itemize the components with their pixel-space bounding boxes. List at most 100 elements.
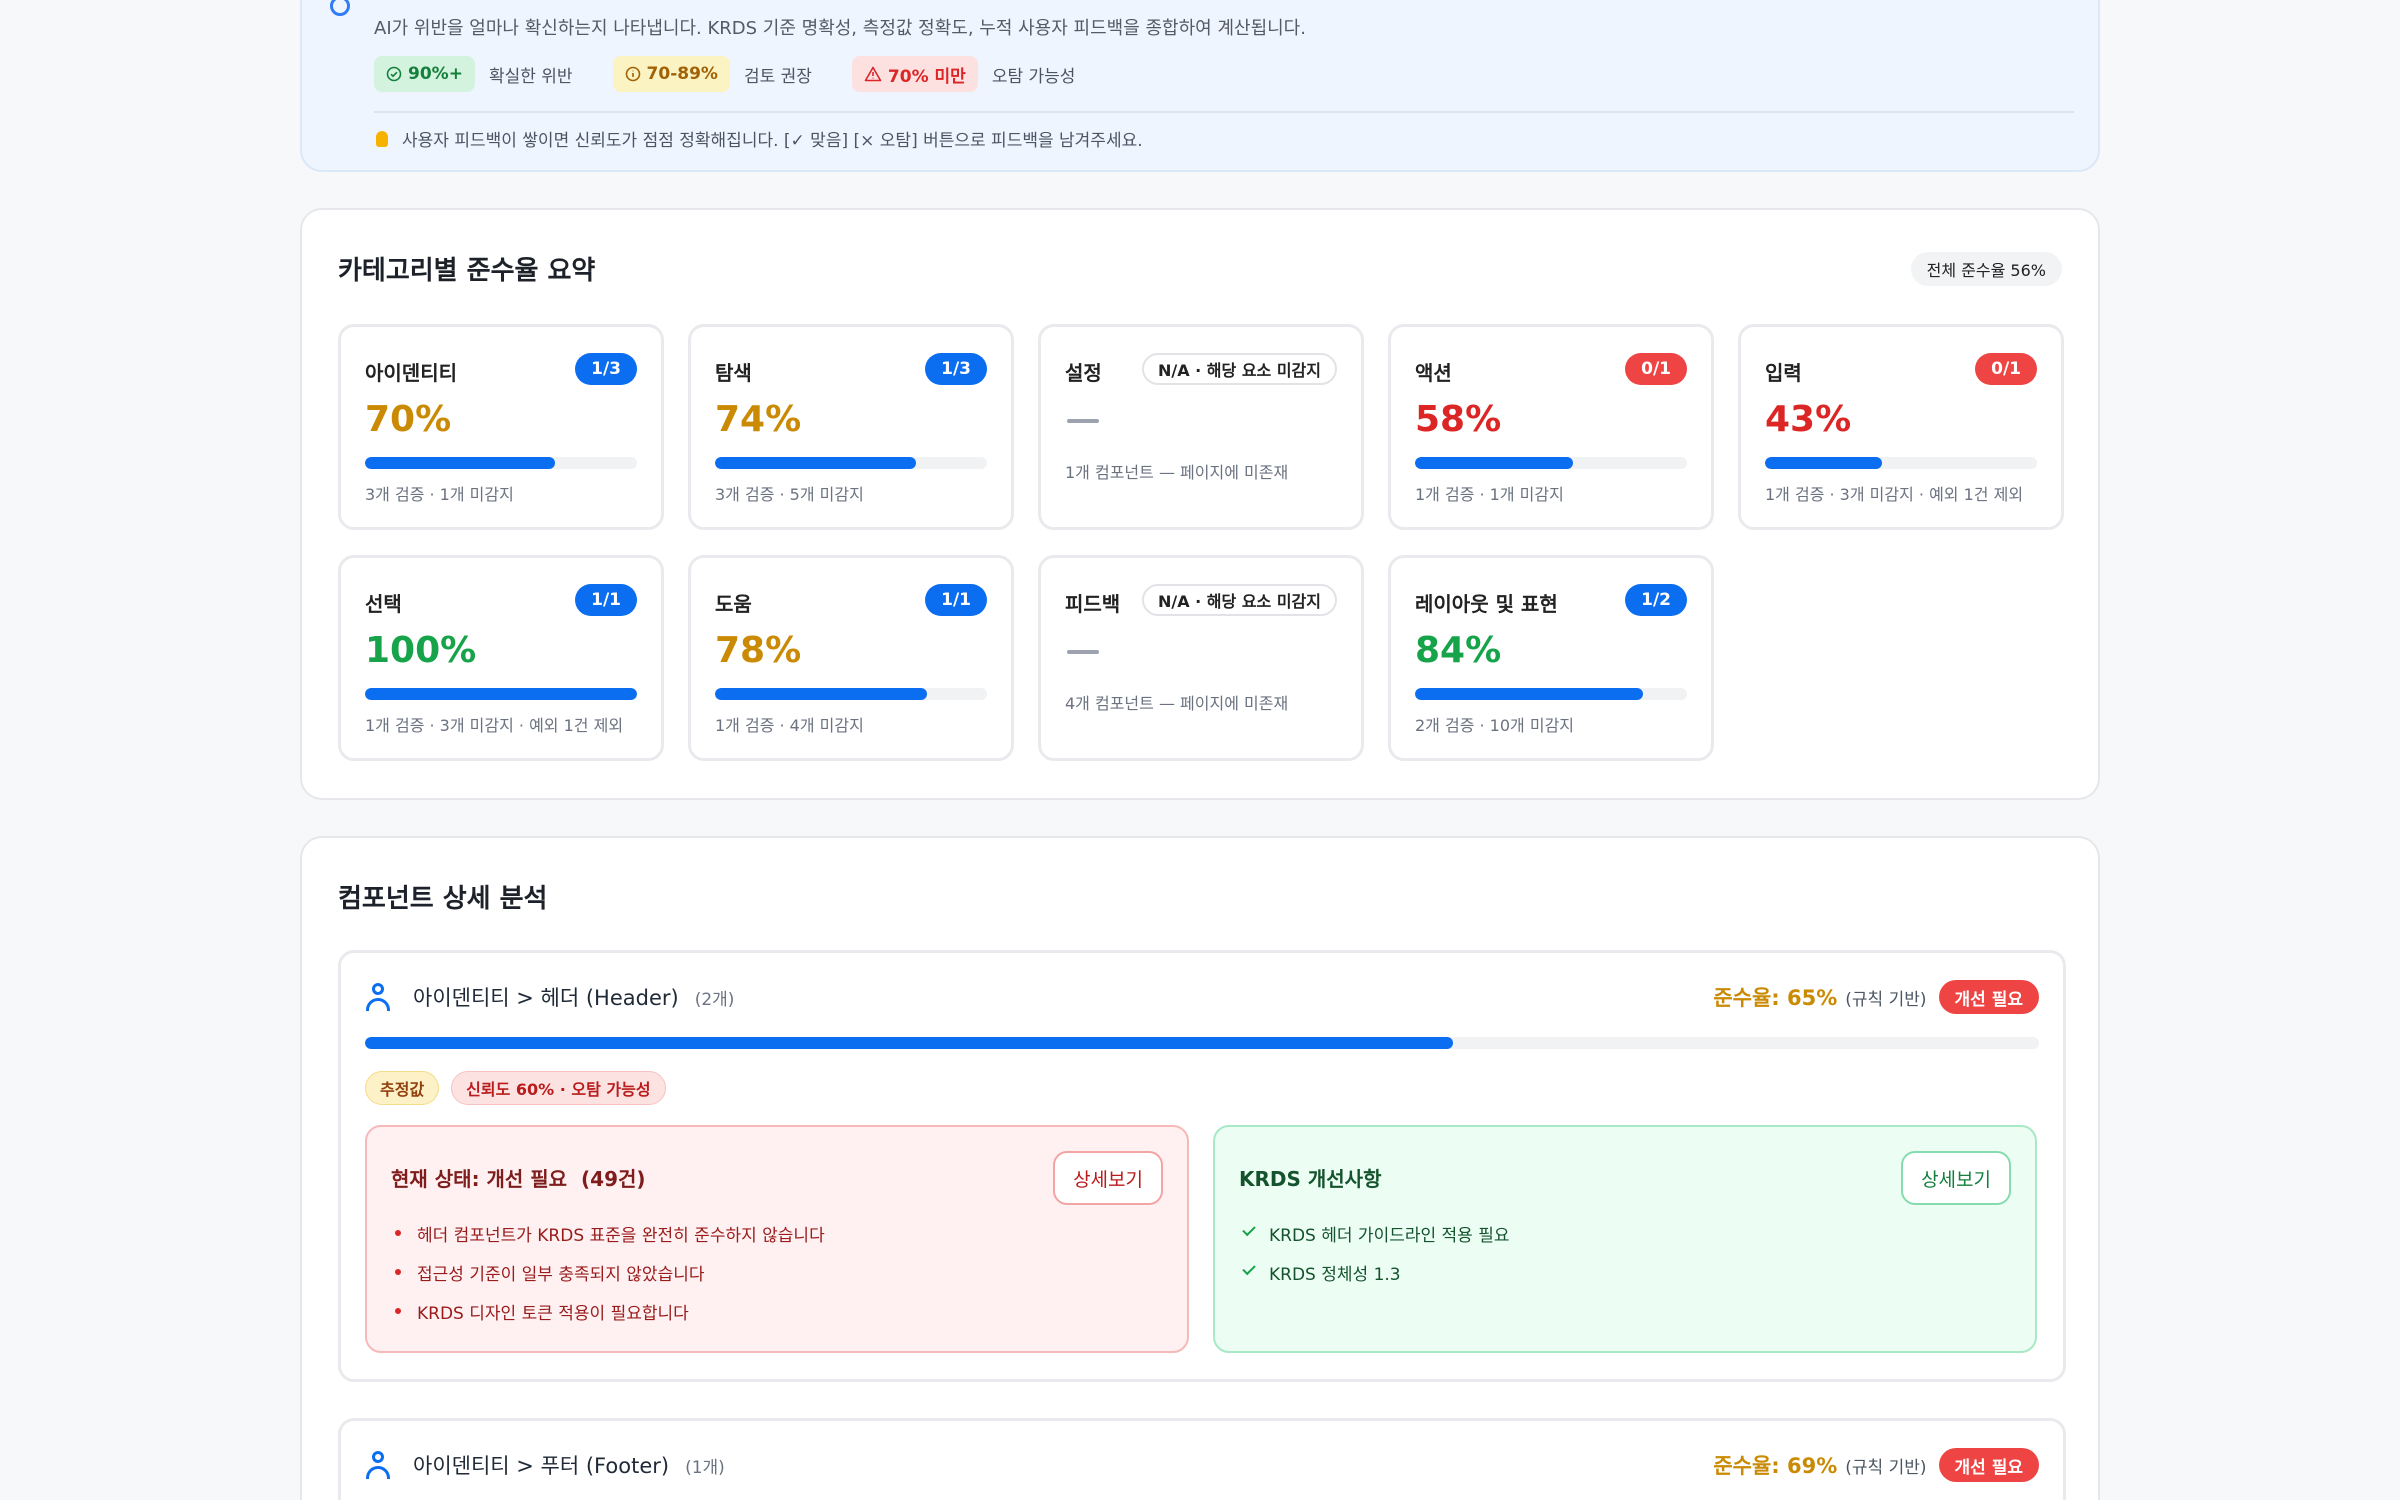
category-badge: 0/1 [1625, 353, 1687, 385]
check-icon [1242, 1222, 1256, 1237]
category-progress-bar [715, 457, 987, 469]
component-path: 아이덴티티 > 헤더 (Header) [413, 986, 679, 1010]
category-name: 레이아웃 및 표현 [1415, 592, 1558, 616]
current-detail-button[interactable]: 상세보기 [1053, 1151, 1163, 1205]
category-card[interactable]: 레이아웃 및 표현 1/2 84% 2개 검증 · 10개 미감지 [1388, 555, 1714, 761]
category-meta: 1개 검증 · 3개 미감지 · 예외 1건 제외 [1765, 485, 2024, 504]
component-card-header[interactable]: 아이덴티티 > 헤더 (Header) (2개) 준수율: 65% (규칙 기반… [338, 950, 2066, 1382]
list-item: KRDS 헤더 가이드라인 적용 필요 [1241, 1221, 1510, 1260]
category-percent: 58% [1415, 399, 1502, 440]
improvement-detail-button[interactable]: 상세보기 [1901, 1151, 2011, 1205]
section-title: 컴포넌트 상세 분석 [338, 884, 548, 914]
category-card[interactable]: 아이덴티티 1/3 70% 3개 검증 · 1개 미감지 [338, 324, 664, 530]
category-meta: 3개 검증 · 5개 미감지 [715, 485, 864, 504]
divider [374, 111, 2074, 113]
user-icon [365, 1451, 391, 1479]
category-percent: 84% [1415, 630, 1502, 671]
legend-text: 확실한 위반 [488, 66, 573, 87]
issue-text: 헤더 컴포넌트가 KRDS 표준을 완전히 준수하지 않습니다 [417, 1226, 825, 1246]
confidence-tag: 신뢰도 60% · 오탐 가능성 [451, 1071, 666, 1105]
category-name: 도움 [715, 592, 752, 616]
category-name: 입력 [1765, 361, 1802, 385]
category-badge: 1/3 [925, 353, 987, 385]
category-card[interactable]: 입력 0/1 43% 1개 검증 · 3개 미감지 · 예외 1건 제외 [1738, 324, 2064, 530]
component-count: (2개) [694, 989, 735, 1010]
issue-list: 헤더 컴포넌트가 KRDS 표준을 완전히 준수하지 않습니다 접근성 기준이 … [393, 1221, 825, 1338]
issue-count: (49건) [581, 1167, 646, 1191]
category-name: 아이덴티티 [365, 361, 457, 385]
progress-fill [365, 457, 556, 469]
bullet-icon [395, 1308, 401, 1314]
legend-badge-label: 90%+ [408, 64, 463, 84]
category-meta: 1개 검증 · 4개 미감지 [715, 716, 864, 735]
feedback-tip: 사용자 피드백이 쌓이면 신뢰도가 점점 정확해집니다. [✓ 맞음] [× 오… [376, 126, 1143, 151]
progress-fill [1765, 457, 1882, 469]
category-card[interactable]: 설정 N/A · 해당 요소 미감지 1개 컴포넌트 — 페이지에 미존재 [1038, 324, 1364, 530]
category-card[interactable]: 피드백 N/A · 해당 요소 미감지 4개 컴포넌트 — 페이지에 미존재 [1038, 555, 1364, 761]
category-meta: 3개 검증 · 1개 미감지 [365, 485, 514, 504]
category-progress-bar [715, 688, 987, 700]
component-card-footer[interactable]: 아이덴티티 > 푸터 (Footer) (1개) 준수율: 69% (규칙 기반… [338, 1418, 2066, 1500]
user-icon [365, 983, 391, 1011]
list-item: KRDS 정체성 1.3 [1241, 1260, 1510, 1299]
improvement-title: KRDS 개선사항 [1239, 1167, 1382, 1191]
compliance-rate: 준수율: 65% [1713, 986, 1838, 1010]
legend-badge-label: 70-89% [646, 64, 718, 84]
category-card[interactable]: 선택 1/1 100% 1개 검증 · 3개 미감지 · 예외 1건 제외 [338, 555, 664, 761]
category-percent: 100% [365, 630, 477, 671]
current-status-title: 현재 상태: 개선 필요 (49건) [391, 1163, 646, 1192]
legend-text: 오탐 가능성 [991, 66, 1076, 87]
category-badge: 1/1 [575, 584, 637, 616]
check-circle-icon [386, 66, 402, 82]
status-badge: 개선 필요 [1938, 1448, 2039, 1482]
progress-fill [1415, 688, 1644, 700]
improvement-text: KRDS 헤더 가이드라인 적용 필요 [1269, 1226, 1510, 1246]
category-card[interactable]: 탐색 1/3 74% 3개 검증 · 5개 미감지 [688, 324, 1014, 530]
category-meta: 2개 검증 · 10개 미감지 [1415, 716, 1575, 735]
current-status-panel: 현재 상태: 개선 필요 (49건) 상세보기 헤더 컴포넌트가 KRDS 표준… [365, 1125, 1189, 1353]
progress-fill [715, 457, 917, 469]
category-percent: 43% [1765, 399, 1852, 440]
improvement-list: KRDS 헤더 가이드라인 적용 필요 KRDS 정체성 1.3 [1241, 1221, 1510, 1299]
confidence-legend: 90%+ 확실한 위반 70-89% 검토 권장 70% 미만 오탐 가능성 [374, 56, 1075, 92]
category-meta: 4개 컴포넌트 — 페이지에 미존재 [1065, 694, 1289, 713]
rate-basis: (규칙 기반) [1845, 1457, 1927, 1478]
category-progress-bar [1415, 688, 1687, 700]
na-dash [1067, 650, 1099, 654]
category-percent: 74% [715, 399, 802, 440]
category-meta: 1개 검증 · 3개 미감지 · 예외 1건 제외 [365, 716, 624, 735]
progress-fill [715, 688, 928, 700]
compliance-progress-bar [365, 1037, 2039, 1049]
na-dash [1067, 419, 1099, 423]
category-meta: 1개 컴포넌트 — 페이지에 미존재 [1065, 463, 1289, 482]
component-path: 아이덴티티 > 푸터 (Footer) [413, 1454, 670, 1478]
issue-text: KRDS 디자인 토큰 적용이 필요합니다 [417, 1304, 689, 1324]
category-card[interactable]: 액션 0/1 58% 1개 검증 · 1개 미감지 [1388, 324, 1714, 530]
component-header-row[interactable]: 아이덴티티 > 헤더 (Header) (2개) 준수율: 65% (규칙 기반… [365, 979, 2039, 1015]
category-card[interactable]: 도움 1/1 78% 1개 검증 · 4개 미감지 [688, 555, 1014, 761]
category-name: 선택 [365, 592, 402, 616]
component-detail-section: 컴포넌트 상세 분석 아이덴티티 > 헤더 (Header) (2개) 준수율:… [300, 836, 2100, 1500]
section-title: 카테고리별 준수율 요약 [338, 256, 596, 286]
legend-badge-mid: 70-89% [612, 56, 730, 92]
improvement-text: KRDS 정체성 1.3 [1269, 1265, 1401, 1285]
category-badge: N/A · 해당 요소 미감지 [1141, 353, 1337, 385]
component-header-row[interactable]: 아이덴티티 > 푸터 (Footer) (1개) 준수율: 69% (규칙 기반… [365, 1447, 2039, 1483]
legend-badge-high: 90%+ [374, 56, 475, 92]
category-name: 피드백 [1065, 592, 1121, 616]
current-status-label: 현재 상태: 개선 필요 [391, 1167, 568, 1191]
progress-fill [1415, 457, 1573, 469]
confidence-info-panel: AI가 위반을 얼마나 확신하는지 나타냅니다. KRDS 기준 명확성, 측정… [300, 0, 2100, 172]
category-badge: 1/2 [1625, 584, 1687, 616]
tag-list: 추정값 신뢰도 60% · 오탐 가능성 [365, 1071, 666, 1105]
compliance-rate: 준수율: 69% [1713, 1454, 1838, 1478]
list-item: KRDS 디자인 토큰 적용이 필요합니다 [393, 1299, 825, 1338]
bullet-icon [395, 1230, 401, 1236]
category-progress-bar [1765, 457, 2037, 469]
category-percent: 70% [365, 399, 452, 440]
bullet-icon [395, 1269, 401, 1275]
warning-triangle-icon [864, 66, 882, 82]
category-badge: N/A · 해당 요소 미감지 [1141, 584, 1337, 616]
category-name: 탐색 [715, 361, 752, 385]
info-icon [330, 0, 350, 16]
